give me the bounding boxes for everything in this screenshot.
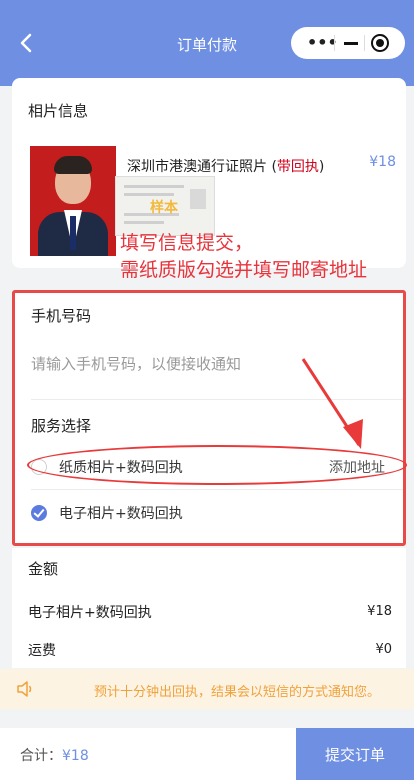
submit-order-button[interactable]: 提交订单 <box>296 728 414 780</box>
minimize-icon[interactable] <box>344 42 358 45</box>
id-photo-thumbnail <box>30 146 116 256</box>
sample-receipt-image: 样本 <box>115 176 215 236</box>
receipt-tag: 带回执 <box>276 159 319 175</box>
total-amount: 合计：¥18 <box>20 748 89 764</box>
sample-stamp: 样本 <box>150 200 178 216</box>
photo-info-title: 相片信息 <box>28 102 89 120</box>
shipping-value: ¥0 <box>375 642 392 657</box>
notice-text: 预计十分钟出回执，结果会以短信的方式通知您。 <box>94 685 381 700</box>
photo-info-card: 相片信息 深圳市港澳通行证照片 (带回执) ¥18 样本 填写信息提交， <box>12 78 406 268</box>
product-price: ¥18 <box>369 154 396 170</box>
service-label: 服务选择 <box>31 417 92 435</box>
mini-program-capsule: ••• <box>291 27 405 59</box>
annotation-line-2: 需纸质版勾选并填写邮寄地址 <box>120 259 368 281</box>
annotation-arrow <box>301 358 363 449</box>
capsule-divider <box>334 35 335 51</box>
speaker-icon <box>17 681 32 697</box>
form-card: 手机号码 服务选择 纸质相片+数码回执 添加地址 电子相片+数码回执 <box>12 290 407 546</box>
capsule-divider <box>364 35 365 51</box>
amount-row-label: 电子相片+数码回执 <box>28 605 152 621</box>
nav-bar: 订单付款 ••• <box>0 0 414 86</box>
annotation-line-1: 填写信息提交， <box>120 232 254 254</box>
bottom-bar: 合计：¥18 提交订单 <box>0 728 414 780</box>
product-name: 深圳市港澳通行证照片 (带回执) <box>127 159 325 175</box>
service-option-electronic-radio[interactable] <box>31 505 47 521</box>
amount-row-value: ¥18 <box>367 604 392 619</box>
divider <box>31 489 403 490</box>
phone-label: 手机号码 <box>31 307 92 325</box>
service-option-electronic-label[interactable]: 电子相片+数码回执 <box>59 503 183 523</box>
notice-bar: 预计十分钟出回执，结果会以短信的方式通知您。 <box>0 669 414 709</box>
shipping-label: 运费 <box>28 643 56 659</box>
close-record-icon[interactable] <box>371 34 389 52</box>
amount-card: 金额 电子相片+数码回执 ¥18 运费 ¥0 <box>12 548 406 668</box>
amount-title: 金额 <box>28 560 59 578</box>
